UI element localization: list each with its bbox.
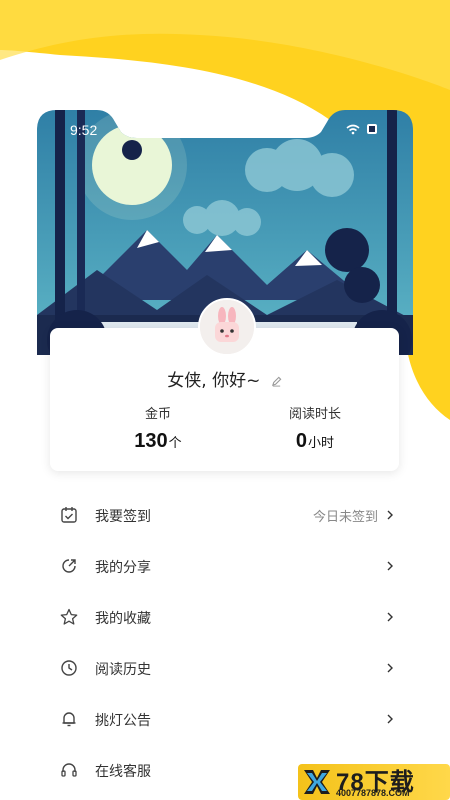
reading-time-value: 0: [295, 430, 308, 452]
chevron-right-icon: [387, 561, 393, 571]
coins-value-row: 130个: [98, 430, 218, 453]
watermark-logo: 78下载 4007787878.COM: [298, 764, 450, 800]
edit-icon[interactable]: [271, 376, 282, 387]
coins-value: 130: [134, 430, 168, 452]
bunny-avatar-icon: [200, 300, 254, 354]
wifi-icon: [346, 124, 360, 134]
calendar-check-icon: [61, 507, 77, 523]
bell-icon: [62, 712, 76, 727]
headset-icon: [61, 763, 77, 777]
menu-item-announcements[interactable]: 挑灯公告: [0, 694, 450, 745]
menu-list: 我要签到 今日未签到 我的分享 我的收藏 阅读历史 挑灯公告 在线客服: [0, 490, 450, 796]
menu-label-sign-in: 我要签到: [95, 508, 151, 525]
menu-label-customer-service: 在线客服: [95, 763, 151, 780]
chevron-right-icon: [387, 714, 393, 724]
menu-label-favorites: 我的收藏: [95, 610, 151, 627]
reading-time-stat[interactable]: 阅读时长 0小时: [255, 403, 375, 453]
coins-label: 金币: [144, 407, 171, 422]
coins-stat[interactable]: 金币 130个: [98, 403, 218, 453]
menu-item-history[interactable]: 阅读历史: [0, 643, 450, 694]
status-icons: [346, 123, 378, 135]
reading-time-label: 阅读时长: [288, 407, 341, 422]
menu-item-sign-in[interactable]: 我要签到 今日未签到: [0, 490, 450, 541]
avatar[interactable]: [198, 298, 256, 356]
status-time: 9:52: [70, 122, 98, 138]
coins-unit: 个: [168, 436, 182, 451]
sign-in-status: 今日未签到: [312, 510, 378, 525]
menu-label-announcements: 挑灯公告: [95, 712, 151, 729]
menu-item-favorites[interactable]: 我的收藏: [0, 592, 450, 643]
greeting-row[interactable]: 女侠, 你好~: [50, 366, 399, 391]
clock-icon: [61, 660, 77, 676]
share-icon: [62, 559, 76, 573]
menu-label-history: 阅读历史: [95, 661, 151, 678]
chevron-right-icon: [387, 612, 393, 622]
menu-item-share[interactable]: 我的分享: [0, 541, 450, 592]
reading-time-unit: 小时: [308, 436, 335, 451]
menu-label-share: 我的分享: [95, 559, 151, 576]
watermark-phone: 4007787878.COM: [336, 788, 410, 798]
chevron-right-icon: [387, 663, 393, 673]
battery-icon: [367, 124, 377, 134]
chevron-right-icon: [387, 510, 393, 520]
reading-time-value-row: 0小时: [255, 430, 375, 453]
greeting-text: 女侠, 你好~: [167, 371, 261, 391]
x-logo-icon: [304, 770, 330, 794]
star-icon: [60, 608, 78, 625]
